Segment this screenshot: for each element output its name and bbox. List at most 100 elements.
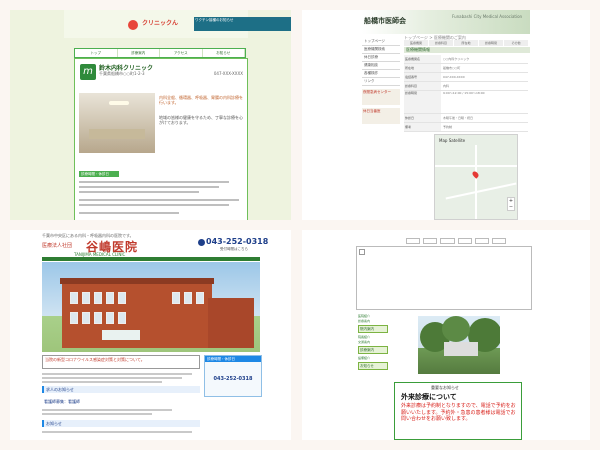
tab-department[interactable]: 診療科目	[429, 40, 453, 46]
tab-other[interactable]: その他	[504, 40, 528, 46]
nav-item[interactable]	[474, 238, 489, 244]
site-title[interactable]: 船橋市医師会	[364, 16, 406, 26]
nav-item[interactable]	[457, 238, 472, 244]
sidebar-link[interactable]: 交通案内	[358, 340, 388, 344]
thumbnail-tanijima-clinic[interactable]: 千葉市中央区にある内科・呼吸器内科の医院です。 医療法人社団 谷嶋医院 TANI…	[10, 230, 291, 440]
side-hours-box: 診療時間・休診日 043-252-0318	[204, 355, 262, 397]
text-line	[79, 204, 229, 206]
covid-notice[interactable]: 当院の新型コロナウイルス感染症対策と対策について。	[42, 355, 200, 369]
row-key: 電話番号	[404, 73, 441, 81]
recruit-item[interactable]: 看護師募集：看護師	[42, 398, 200, 405]
window	[184, 292, 192, 304]
row-value: 予約制	[443, 125, 453, 129]
phone-icon	[198, 239, 205, 246]
embedded-map[interactable]: Map Satellite + −	[434, 134, 518, 220]
thumbnail-medical-association[interactable]: 船橋市医師会 Funabashi City Medical Associatio…	[302, 10, 590, 220]
window	[118, 292, 126, 304]
window	[94, 312, 102, 324]
intro-title: 内科全般、循環器、呼吸器、胃腸の内科診療を行います。	[159, 95, 243, 105]
sidebar-badge-night[interactable]: 夜間急病センター	[362, 89, 400, 105]
sidebar-link[interactable]: 医院紹介	[358, 314, 388, 318]
nav-item-top[interactable]: トップ	[75, 49, 118, 57]
sidebar-item-search[interactable]: 医療機関検索	[362, 46, 400, 54]
notice-box-title: 重要なお知らせ	[431, 385, 459, 390]
text-line	[79, 199, 239, 201]
section-label-hours: 診療時間・休診日	[79, 171, 119, 177]
map-road	[445, 182, 517, 200]
nav-item[interactable]	[491, 238, 507, 244]
sidebar-link[interactable]: 院長紹介	[358, 335, 388, 339]
text-line	[42, 409, 172, 411]
sidebar-badge-holiday[interactable]: 休日当番医	[362, 108, 400, 124]
thumbnail-clinic-site[interactable]: クリニックん ワクチン接種のお知らせ トップ 診療案内 アクセス お知らせ m …	[10, 10, 291, 220]
ceiling-light	[109, 101, 129, 105]
window	[94, 292, 102, 304]
text-line	[79, 181, 229, 183]
main-content: m 鈴木内科クリニック 千葉県船橋市○○町1-2-3 047-XXX-XXXX …	[74, 58, 248, 220]
hospital-address: 千葉県船橋市○○町1-2-3	[99, 71, 145, 76]
row-key: 診療時間	[404, 91, 441, 113]
text-line	[42, 373, 192, 375]
building	[444, 342, 478, 356]
sidebar-item-consult[interactable]: 健康相談	[362, 62, 400, 70]
row-key: 休診日	[404, 114, 441, 122]
nav-item[interactable]	[406, 238, 421, 244]
nav-item-access[interactable]: アクセス	[160, 49, 203, 57]
map-zoom-icon[interactable]: + −	[507, 197, 515, 211]
row-key: 備考	[404, 123, 441, 131]
text-line	[79, 191, 199, 193]
tab-location[interactable]: 所在地	[454, 40, 478, 46]
sidebar-item-links[interactable]: リンク	[362, 78, 400, 86]
clinic-building-photo	[418, 316, 500, 374]
global-nav[interactable]	[42, 257, 260, 261]
tab-facility[interactable]: 医療機関	[404, 40, 428, 46]
window	[82, 292, 90, 304]
sidebar-item-checkup[interactable]: 各種検診	[362, 70, 400, 78]
row-value: 047-XXX-XXXX	[443, 75, 465, 79]
broken-image-icon	[359, 249, 365, 255]
table-row: 休診日 木曜午後・日曜・祝日	[404, 114, 528, 123]
building-entrance	[102, 330, 140, 340]
section-header-recruit: 求人のお知らせ	[42, 386, 200, 393]
nav-item[interactable]	[423, 238, 438, 244]
map-pin-icon[interactable]	[471, 170, 480, 179]
side-hours-title: 診療時間・休診日	[205, 356, 261, 362]
building-wing	[208, 298, 254, 348]
tab-hours[interactable]: 診療時間	[479, 40, 503, 46]
sidebar-item-holiday[interactable]: 休日診療	[362, 54, 400, 62]
window	[172, 292, 180, 304]
side-phone[interactable]: 043-252-0318	[205, 376, 261, 382]
header-banner[interactable]: ワクチン接種のお知らせ	[194, 17, 291, 31]
window	[70, 292, 78, 304]
tab-bar: 医療機関 診療科目 所在地 診療時間 その他	[404, 40, 528, 46]
text-line	[42, 381, 162, 383]
intro-body: 地域の皆様の健康を守るため、丁寧な診療を心がけております。	[159, 115, 243, 125]
row-key: 診療科目	[404, 82, 441, 90]
nav-item-services[interactable]: 診療案内	[118, 49, 160, 57]
hospital-tel: 047-XXX-XXXX	[213, 71, 243, 76]
sidebar-link[interactable]: 設備紹介	[358, 356, 388, 360]
clinic-logo-icon	[128, 20, 138, 30]
notice-box: 重要なお知らせ 外来診療について 外来診療は予約制となりますので、電話で予約をお…	[394, 382, 522, 440]
sidebar-link[interactable]: 診療案内	[358, 319, 388, 323]
text-line	[79, 212, 179, 214]
row-value: 木曜午後・日曜・祝日	[443, 116, 474, 120]
outpatient-notice-text: 外来診療は予約制となりますので、電話で予約をお願いいたします。予約外・急患の患者…	[401, 403, 516, 422]
site-header: クリニックん ワクチン接種のお知らせ	[64, 10, 291, 38]
nav-item-news[interactable]: お知らせ	[203, 49, 245, 57]
reception-counter	[89, 129, 145, 139]
section-header-news: お知らせ	[42, 420, 200, 427]
global-nav: トップ 診療案内 アクセス お知らせ	[74, 48, 246, 58]
table-row: 診療時間 9:00〜12:00 / 15:00〜18:00	[404, 91, 528, 114]
text-line	[79, 186, 219, 188]
header-image-placeholder	[356, 246, 532, 310]
text-line	[42, 413, 152, 415]
sidebar-item-top[interactable]: トップページ	[362, 38, 400, 46]
tree	[442, 316, 470, 342]
thumbnail-old-clinic-site[interactable]: 医院紹介 診療案内 院内案内 院長紹介 交通案内 診療案内 設備紹介 お知らせ …	[302, 230, 590, 440]
nav-item[interactable]	[440, 238, 455, 244]
site-logo-text[interactable]: クリニックん	[142, 18, 178, 27]
header-phone[interactable]: 043-252-0318	[206, 237, 268, 246]
text-line	[42, 377, 182, 379]
map-type-tabs[interactable]: Map Satellite	[439, 138, 465, 143]
